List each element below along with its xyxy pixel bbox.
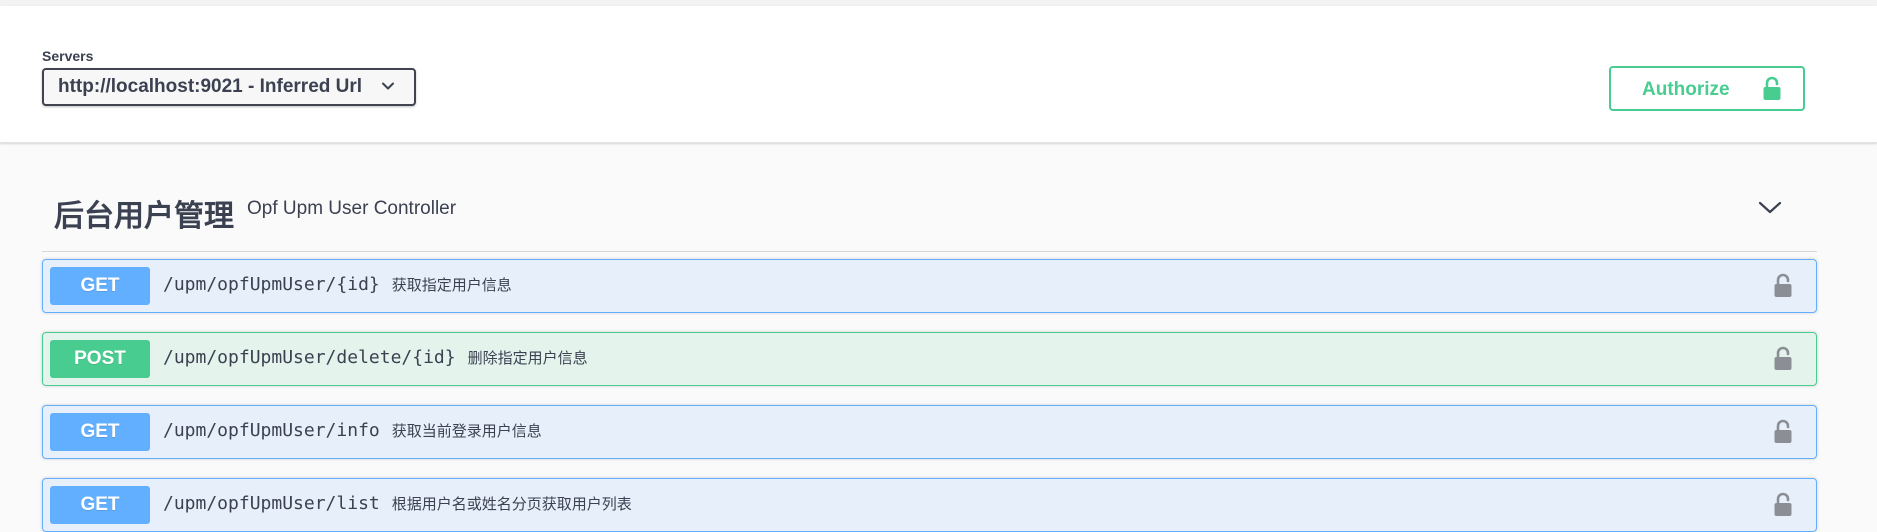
servers-select[interactable]: http://localhost:9021 - Inferred Url xyxy=(42,68,416,106)
method-badge: GET xyxy=(50,413,150,451)
operation-path-row: /upm/opfUpmUser/{id} 获取指定用户信息 xyxy=(163,274,512,295)
authorize-label: Authorize xyxy=(1642,79,1730,100)
operation-summary: 根据用户名或姓名分页获取用户列表 xyxy=(391,495,632,513)
chevron-down-icon xyxy=(382,82,394,90)
servers-label: Servers xyxy=(42,48,94,64)
operation-summary: 获取当前登录用户信息 xyxy=(391,422,542,440)
operation-summary: 删除指定用户信息 xyxy=(467,349,588,367)
tag-name: 后台用户管理 xyxy=(54,199,234,234)
tag-description: Opf Upm User Controller xyxy=(247,198,457,219)
lock-icon[interactable] xyxy=(1773,346,1793,372)
operation-path: /upm/opfUpmUser/{id} xyxy=(163,274,380,295)
operation-block[interactable]: POST /upm/opfUpmUser/delete/{id} 删除指定用户信息 xyxy=(42,332,1817,386)
authorize-button[interactable]: Authorize xyxy=(1609,66,1805,111)
chevron-down-icon[interactable] xyxy=(1758,196,1782,220)
lock-icon[interactable] xyxy=(1773,492,1793,518)
operation-path-row: /upm/opfUpmUser/list 根据用户名或姓名分页获取用户列表 xyxy=(163,493,632,514)
operation-summary: 获取指定用户信息 xyxy=(391,276,512,294)
operation-path: /upm/opfUpmUser/list xyxy=(163,493,380,514)
scheme-container: Servers http://localhost:9021 - Inferred… xyxy=(0,6,1877,143)
servers-selected-value: http://localhost:9021 - Inferred Url xyxy=(58,76,363,97)
method-badge: GET xyxy=(50,486,150,524)
operation-path: /upm/opfUpmUser/delete/{id} xyxy=(163,347,456,368)
operation-block[interactable]: GET /upm/opfUpmUser/list 根据用户名或姓名分页获取用户列表 xyxy=(42,478,1817,532)
operation-path: /upm/opfUpmUser/info xyxy=(163,420,380,441)
method-badge: GET xyxy=(50,267,150,305)
operation-block[interactable]: GET /upm/opfUpmUser/info 获取当前登录用户信息 xyxy=(42,405,1817,459)
operation-path-row: /upm/opfUpmUser/info 获取当前登录用户信息 xyxy=(163,420,542,441)
method-badge: POST xyxy=(50,340,150,378)
operation-path-row: /upm/opfUpmUser/delete/{id} 删除指定用户信息 xyxy=(163,347,588,368)
lock-icon[interactable] xyxy=(1773,419,1793,445)
unlock-icon xyxy=(1763,76,1781,100)
tag-section-header[interactable]: 后台用户管理 Opf Upm User Controller xyxy=(42,176,1817,252)
lock-icon[interactable] xyxy=(1773,273,1793,299)
operation-block[interactable]: GET /upm/opfUpmUser/{id} 获取指定用户信息 xyxy=(42,259,1817,313)
